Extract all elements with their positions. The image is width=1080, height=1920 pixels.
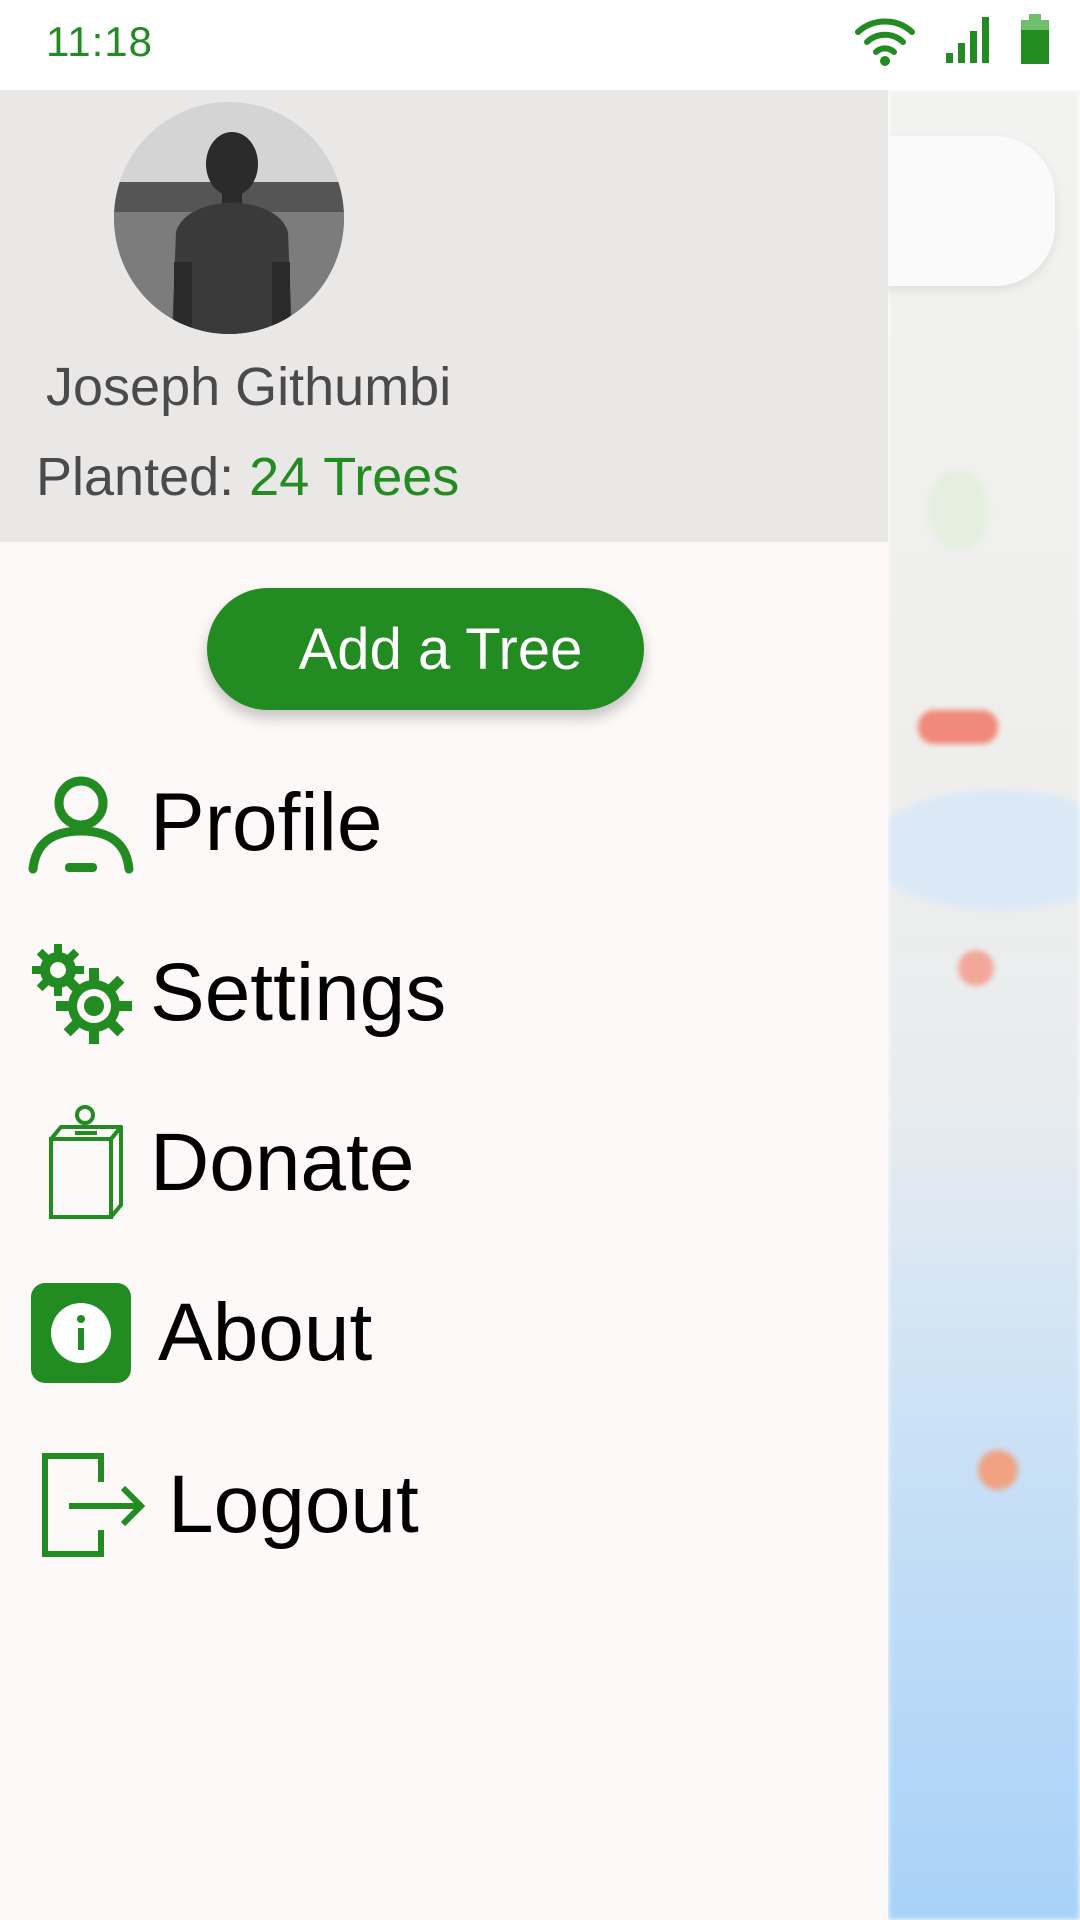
avatar[interactable]	[114, 102, 344, 334]
status-icons	[854, 14, 1050, 66]
planted-count: 24 Trees	[249, 447, 460, 507]
wifi-icon	[855, 18, 915, 66]
menu-item-logout[interactable]: Logout	[26, 1450, 846, 1560]
navigation-drawer: Joseph Githumbi Planted: 24 Trees Add a …	[0, 90, 888, 1920]
cellular-signal-icon	[946, 17, 989, 63]
map-background[interactable]	[888, 90, 1080, 1920]
planted-label: Planted:	[36, 447, 235, 507]
menu-item-donate[interactable]: Donate	[26, 1105, 846, 1219]
battery-icon	[1021, 14, 1049, 64]
user-name: Joseph Githumbi	[46, 357, 452, 417]
menu-item-label: Settings	[150, 947, 447, 1038]
donation-box-icon	[26, 1105, 136, 1219]
status-time: 11:18	[46, 18, 153, 65]
menu-item-label: About	[158, 1287, 373, 1378]
menu-item-settings[interactable]: Settings	[26, 938, 846, 1048]
add-tree-button[interactable]: Add a Tree	[207, 588, 644, 710]
info-icon	[26, 1278, 136, 1388]
menu-item-about[interactable]: About	[26, 1278, 846, 1388]
avatar-photo-icon	[114, 102, 344, 334]
menu-item-label: Donate	[150, 1117, 415, 1208]
drawer-header: Joseph Githumbi Planted: 24 Trees	[0, 90, 888, 542]
menu-item-label: Logout	[168, 1459, 419, 1550]
planted-summary: Planted: 24 Trees	[36, 446, 459, 508]
gears-icon	[26, 938, 136, 1048]
logout-icon	[26, 1450, 152, 1560]
status-bar: 11:18	[0, 0, 1080, 90]
person-icon	[26, 768, 136, 878]
map-search-bar[interactable]	[860, 136, 1055, 286]
app-screen: 11:18 Joseph Githumbi Planted: 24 Trees …	[0, 0, 1080, 1920]
menu-item-profile[interactable]: Profile	[26, 768, 846, 878]
menu-item-label: Profile	[150, 777, 383, 868]
